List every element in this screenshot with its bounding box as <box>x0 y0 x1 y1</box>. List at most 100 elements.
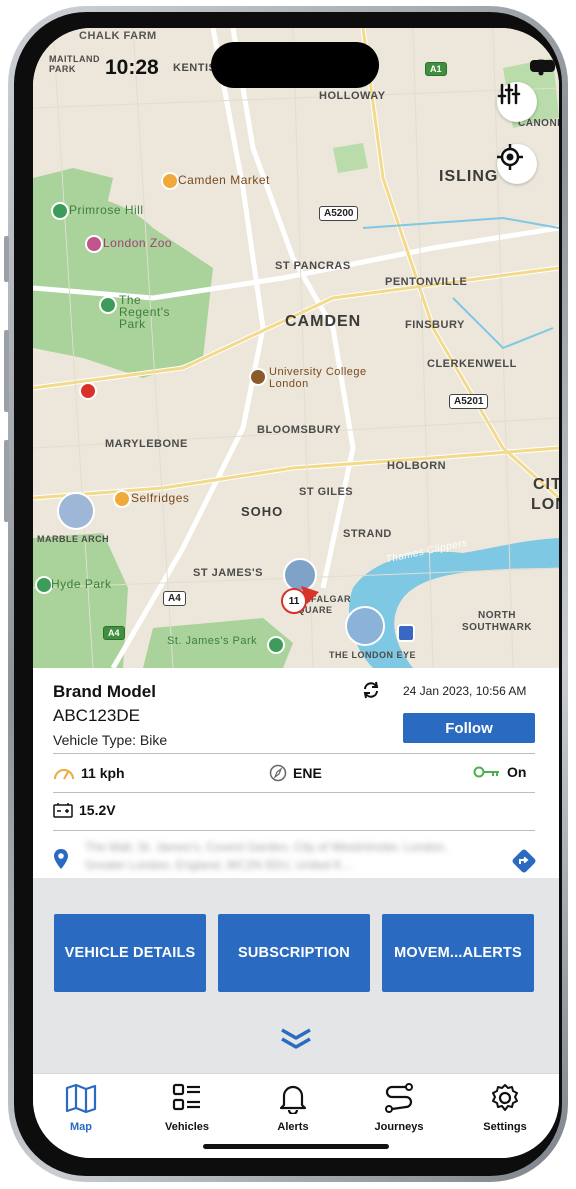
ignition-value: On <box>507 764 527 780</box>
map-label-selfridges: Selfridges <box>131 491 190 505</box>
gear-icon <box>492 1084 518 1111</box>
map-label-marble-arch: MARBLE ARCH <box>37 534 110 544</box>
map-label-london-eye: THE LONDON EYE <box>329 650 417 660</box>
dynamic-island <box>211 42 379 88</box>
volume-up-button <box>4 330 9 412</box>
tab-settings-label: Settings <box>483 1121 527 1133</box>
map-label-soho: SOHO <box>241 504 284 519</box>
map-label-bloomsbury: BLOOMSBURY <box>257 424 342 436</box>
battery-voltage-icon <box>53 803 73 818</box>
tab-vehicles[interactable]: Vehicles <box>145 1082 229 1133</box>
actions-area: VEHICLE DETAILS SUBSCRIPTION MOVEM...ALE… <box>33 878 559 1073</box>
ignition-readout: On <box>473 764 526 780</box>
movement-alerts-button[interactable]: MOVEM...ALERTS <box>382 914 534 992</box>
locate-me-button[interactable] <box>497 144 537 184</box>
divider <box>53 792 535 793</box>
map-label-maitland-park: MAITLAND PARK <box>49 54 100 74</box>
map-label-finsbury: FINSBURY <box>405 319 465 331</box>
primrose-hill-pin[interactable] <box>51 202 69 220</box>
vehicles-list-icon <box>172 1083 200 1111</box>
map-label-holloway: HOLLOWAY <box>319 90 386 102</box>
map-view[interactable]: CHALK FARM MAITLAND PARK KENTIS HOLLOWAY… <box>33 28 559 668</box>
follow-button[interactable]: Follow <box>403 713 535 743</box>
map-filter-button[interactable] <box>497 82 537 122</box>
tab-map-label: Map <box>70 1121 92 1133</box>
key-icon <box>473 766 499 778</box>
map-label-st-giles: ST GILES <box>299 486 354 498</box>
road-shield-a4-green: A4 <box>103 626 125 640</box>
ucl-pin[interactable] <box>249 368 267 386</box>
map-label-st-james: ST JAMES'S <box>193 567 263 579</box>
speed-value: 11 kph <box>81 765 125 781</box>
bell-icon <box>279 1085 307 1116</box>
speedometer-icon <box>54 769 74 780</box>
tab-journeys[interactable]: Journeys <box>357 1082 441 1133</box>
tab-alerts-label: Alerts <box>277 1121 309 1133</box>
map-label-clerkenwell: CLERKENWELL <box>427 358 517 370</box>
map-label-lon: LON <box>531 496 559 513</box>
map-label-primrose-hill: Primrose Hill <box>69 203 144 217</box>
vehicle-plate: ABC123DE <box>53 706 140 725</box>
side-button <box>4 236 9 282</box>
sliders-icon <box>497 83 521 105</box>
crosshair-icon <box>497 144 523 170</box>
map-label-st-pancras: ST PANCRAS <box>275 260 351 272</box>
map-label-strand: STRAND <box>343 528 392 540</box>
voltage-readout: 15.2V <box>53 802 116 818</box>
vehicle-type: Vehicle Type: Bike <box>53 732 168 748</box>
vehicle-address: The Mall, St. James's, Covent Garden, Ci… <box>85 840 448 872</box>
road-shield-a1: A1 <box>425 62 447 76</box>
underground-station-icon[interactable] <box>79 382 97 400</box>
vehicle-heading-arrow-icon <box>301 586 319 604</box>
map-label-chalk-farm: CHALK FARM <box>79 30 157 42</box>
london-eye-photo-marker[interactable] <box>345 606 385 646</box>
road-shield-a5200: A5200 <box>319 206 359 221</box>
tab-settings[interactable]: Settings <box>463 1082 547 1133</box>
app-screen: CHALK FARM MAITLAND PARK KENTIS HOLLOWAY… <box>33 28 559 1158</box>
collapse-chevron-icon[interactable] <box>280 1028 312 1050</box>
subscription-button[interactable]: SUBSCRIPTION <box>218 914 370 992</box>
map-label-marylebone: MARYLEBONE <box>105 438 188 450</box>
heading-value: ENE <box>293 765 322 781</box>
tab-map[interactable]: Map <box>39 1082 123 1133</box>
map-label-london-zoo: London Zoo <box>103 236 173 250</box>
route-icon <box>385 1083 413 1113</box>
map-label-camden-market: Camden Market <box>178 173 270 187</box>
directions-icon[interactable] <box>511 848 537 874</box>
last-update-timestamp: 24 Jan 2023, 10:56 AM <box>403 684 527 698</box>
selfridges-pin[interactable] <box>113 490 131 508</box>
heading-readout: ENE <box>269 764 322 782</box>
map-label-pentonville: PENTONVILLE <box>385 276 468 288</box>
st-james-park-pin[interactable] <box>267 636 285 654</box>
map-label-holborn: HOLBORN <box>387 460 447 472</box>
map-label-ucl: University College London <box>269 366 367 390</box>
map-icon <box>65 1083 97 1114</box>
divider <box>53 753 535 754</box>
road-shield-a4: A4 <box>163 591 186 606</box>
voltage-value: 15.2V <box>79 802 116 818</box>
vehicle-info-panel: Brand Model ABC123DE Vehicle Type: Bike … <box>33 668 559 878</box>
status-time: 10:28 <box>105 56 159 79</box>
speed-readout: 11 kph <box>53 764 125 782</box>
map-label-city: CIT <box>533 476 559 493</box>
camden-market-pin[interactable] <box>161 172 179 190</box>
map-label-camden: CAMDEN <box>285 313 362 330</box>
road-shield-a5201: A5201 <box>449 394 489 409</box>
tab-journeys-label: Journeys <box>374 1121 424 1133</box>
london-zoo-pin[interactable] <box>85 235 103 253</box>
tab-vehicles-label: Vehicles <box>164 1121 210 1133</box>
vehicle-details-button[interactable]: VEHICLE DETAILS <box>54 914 206 992</box>
map-label-islington: ISLING <box>439 168 499 185</box>
refresh-icon[interactable] <box>361 680 381 700</box>
battery-icon <box>530 60 558 72</box>
transit-stop-icon[interactable] <box>397 624 415 642</box>
volume-down-button <box>4 440 9 522</box>
map-label-st-james-park: St. James's Park <box>167 635 258 647</box>
map-label-regents-park: The Regent's Park <box>119 293 170 331</box>
tab-alerts[interactable]: Alerts <box>251 1082 335 1133</box>
map-label-north-southwark: NORTH SOUTHWARK <box>461 610 533 633</box>
vehicle-title: Brand Model <box>53 682 156 701</box>
regents-park-pin[interactable] <box>99 296 117 314</box>
map-label-hyde-park: Hyde Park <box>51 577 112 591</box>
marble-arch-photo-marker[interactable] <box>57 492 95 530</box>
